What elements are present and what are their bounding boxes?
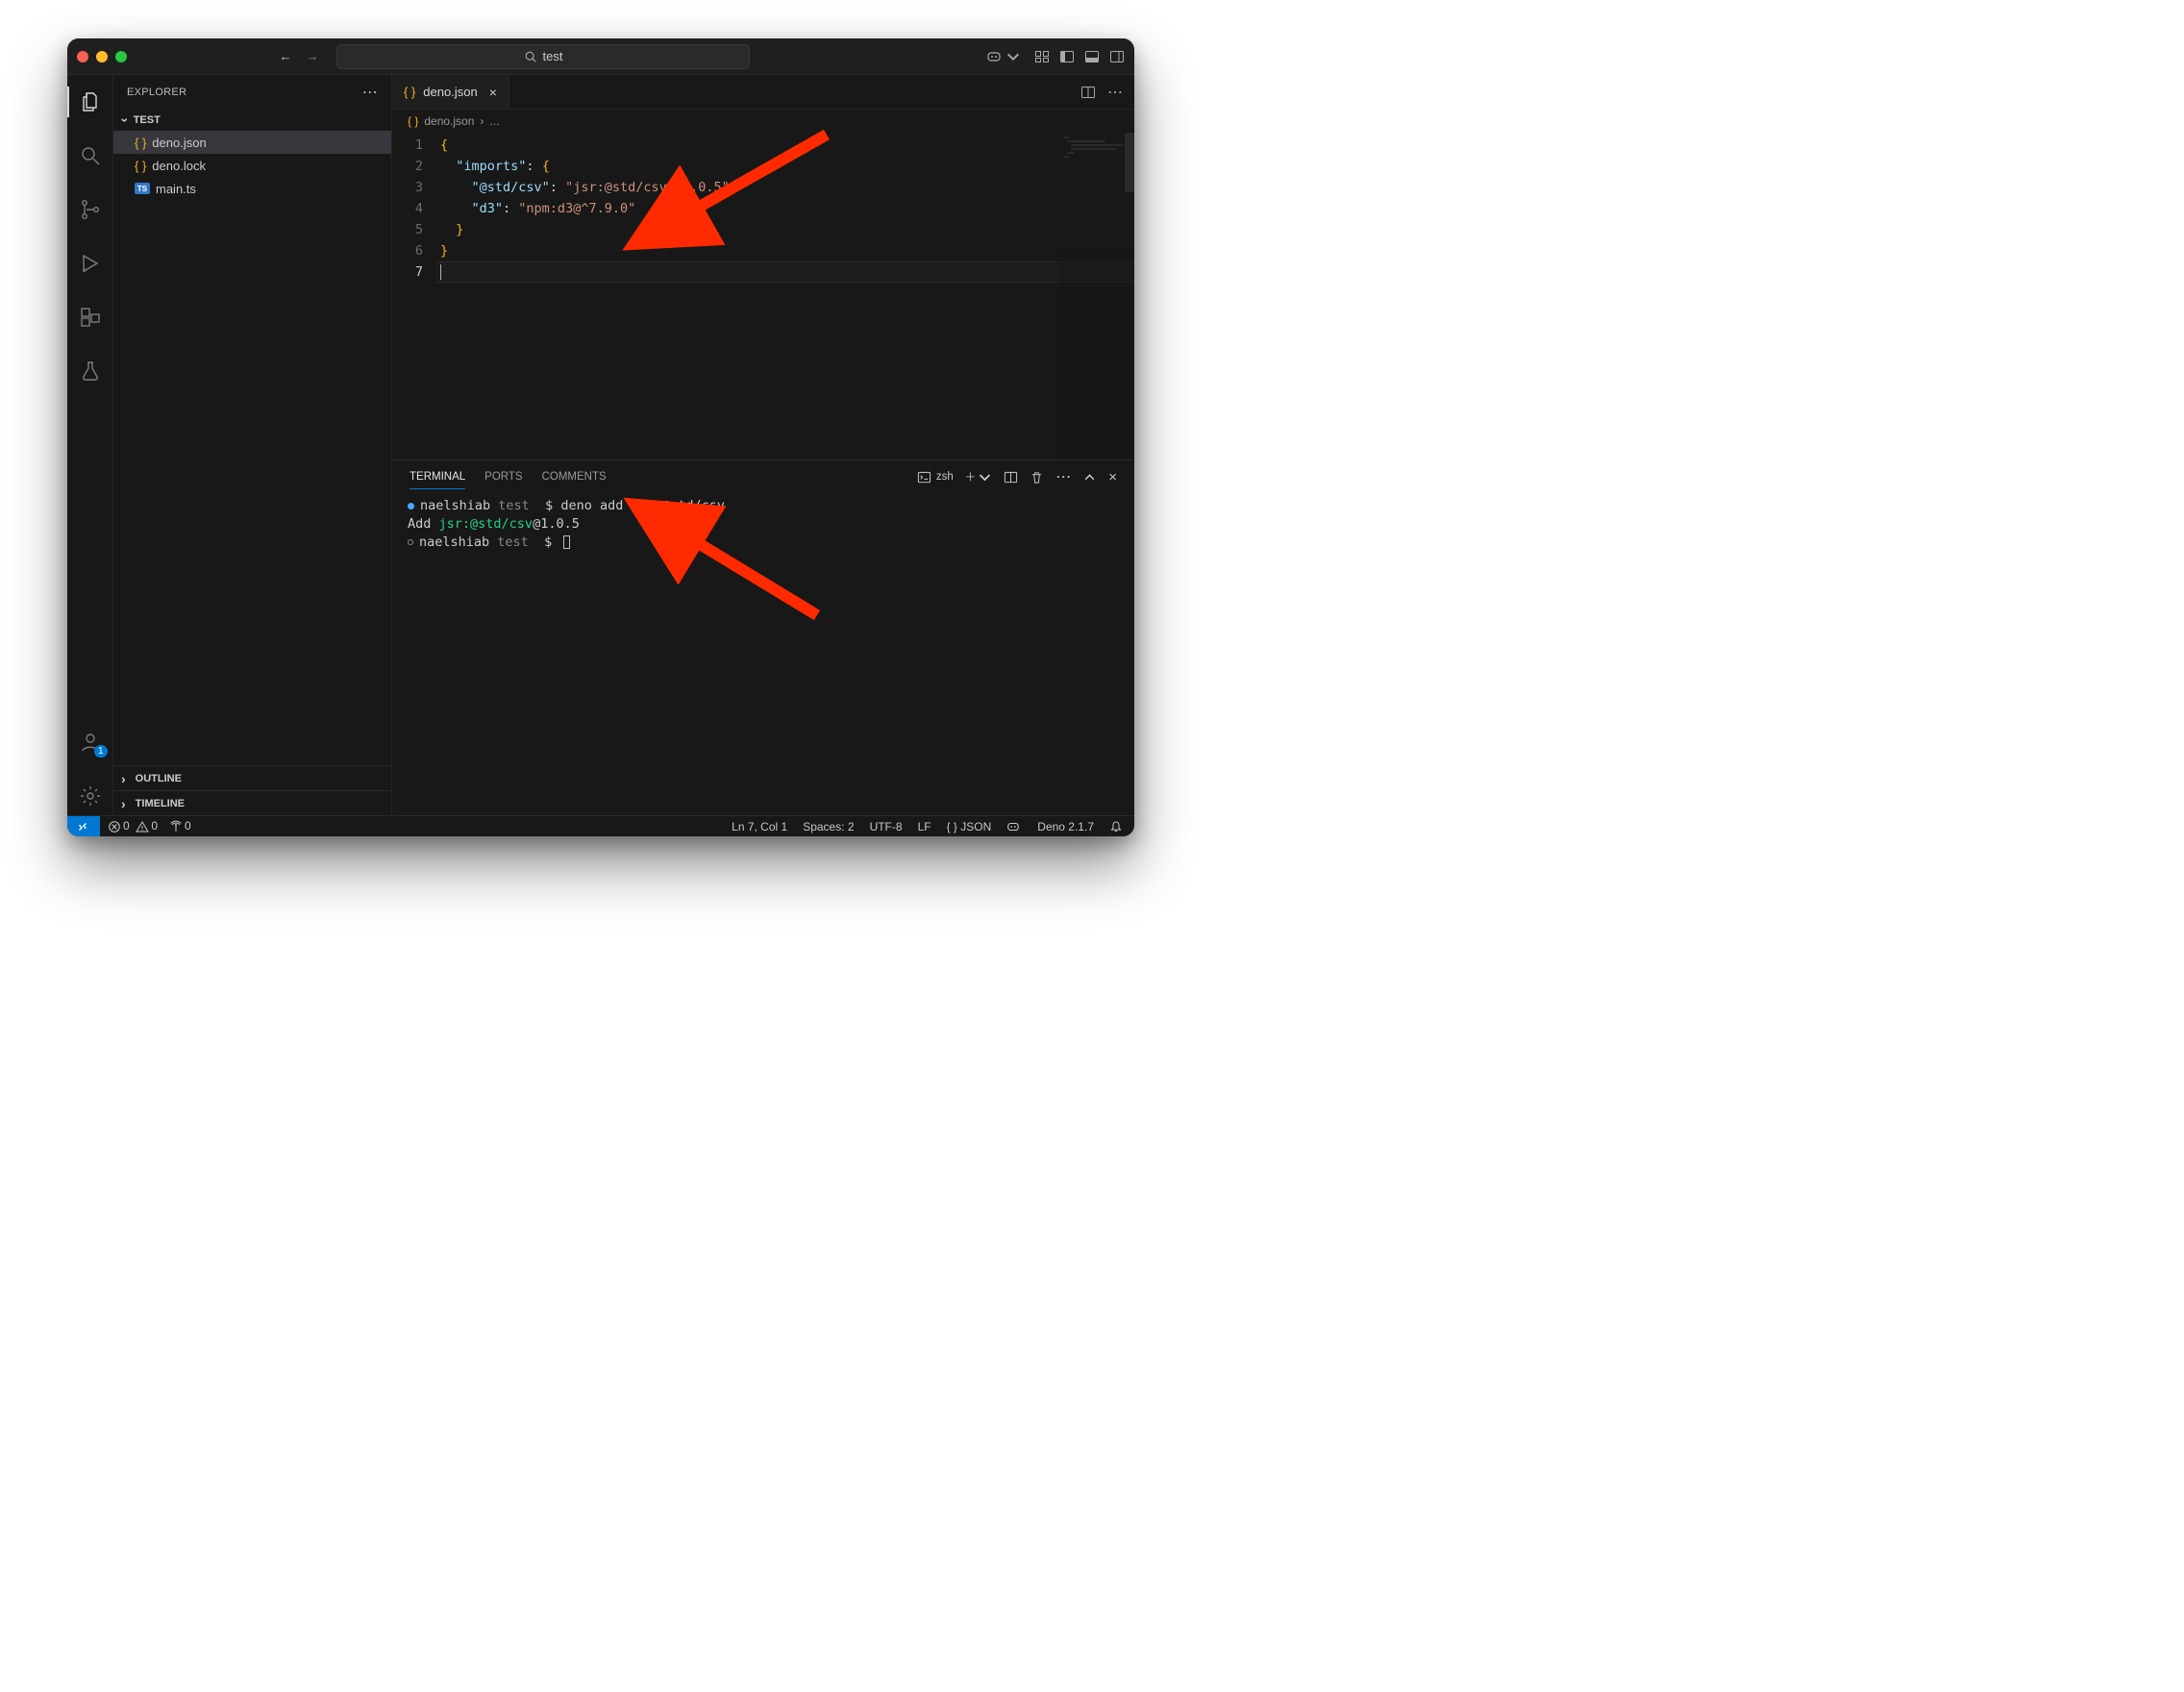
nav-forward-icon[interactable]: →	[302, 49, 323, 63]
toggle-panel-icon[interactable]	[1084, 49, 1100, 64]
status-ports[interactable]: 0	[169, 819, 191, 834]
panel-tab-comments[interactable]: COMMENTS	[542, 465, 607, 488]
status-deno[interactable]: Deno 2.1.7	[1037, 820, 1094, 834]
activity-search[interactable]	[67, 137, 113, 175]
traffic-lights	[77, 51, 127, 62]
status-indent[interactable]: Spaces: 2	[803, 820, 854, 834]
debug-icon	[79, 252, 102, 275]
maximize-window-button[interactable]	[115, 51, 127, 62]
panel-tab-terminal[interactable]: TERMINAL	[410, 465, 465, 489]
minimize-window-button[interactable]	[96, 51, 108, 62]
minimap[interactable]	[1057, 133, 1134, 460]
json-icon: { }	[408, 114, 418, 128]
panel-maximize-icon[interactable]	[1082, 470, 1097, 485]
copilot-status-icon[interactable]	[1006, 820, 1020, 834]
copilot-icon	[986, 49, 1002, 64]
layout-customize-icon[interactable]	[1034, 49, 1050, 64]
editor-more-icon[interactable]: ⋯	[1107, 83, 1123, 102]
outline-section[interactable]: OUTLINE	[113, 765, 391, 790]
bell-icon[interactable]	[1109, 820, 1123, 834]
explorer-sidebar: EXPLORER ⋯ TEST { } deno.json { } deno.l…	[113, 75, 392, 815]
radio-tower-icon	[169, 820, 183, 834]
status-cursor-position[interactable]: Ln 7, Col 1	[732, 820, 787, 834]
panel-tab-ports[interactable]: PORTS	[484, 465, 522, 488]
status-problems[interactable]: 0 0	[108, 819, 158, 834]
kill-terminal-icon[interactable]	[1030, 470, 1044, 485]
warning-icon	[136, 820, 149, 834]
extensions-icon	[79, 306, 102, 329]
terminal-cursor	[563, 535, 570, 549]
copilot-button[interactable]	[986, 49, 1021, 64]
editor-cursor	[440, 264, 441, 280]
remote-indicator[interactable]	[67, 816, 100, 837]
terminal-profile[interactable]: zsh	[917, 470, 954, 485]
explorer-title: EXPLORER	[127, 87, 186, 98]
split-editor-icon[interactable]	[1080, 85, 1096, 100]
panel-close-icon[interactable]: ×	[1108, 469, 1117, 485]
chevron-down-icon	[978, 470, 992, 485]
close-window-button[interactable]	[77, 51, 88, 62]
json-icon: { }	[135, 136, 146, 150]
toggle-secondary-sidebar-icon[interactable]	[1109, 49, 1125, 64]
close-tab-icon[interactable]: ×	[485, 85, 497, 100]
editor-tabs: { } deno.json × ⋯	[392, 75, 1134, 110]
activity-bar: 1	[67, 75, 113, 815]
command-center-search[interactable]: test	[336, 44, 750, 69]
terminal[interactable]: naelshiab test $ deno add jsr:@std/csv A…	[392, 493, 1134, 815]
status-encoding[interactable]: UTF-8	[870, 820, 903, 834]
status-bar: 0 0 0 Ln 7, Col 1 Spaces: 2 UTF-8 LF { }…	[67, 815, 1134, 836]
activity-testing[interactable]	[67, 352, 113, 390]
explorer-more-icon[interactable]: ⋯	[362, 83, 378, 102]
search-icon	[524, 50, 537, 63]
ts-icon: TS	[135, 183, 150, 194]
activity-explorer[interactable]	[67, 83, 113, 121]
panel-host: TERMINAL PORTS COMMENTS zsh ＋ ⋯	[392, 460, 1134, 815]
activity-source-control[interactable]	[67, 190, 113, 229]
activity-accounts[interactable]: 1	[67, 723, 113, 761]
activity-extensions[interactable]	[67, 298, 113, 336]
timeline-section[interactable]: TIMELINE	[113, 790, 391, 815]
activity-run-debug[interactable]	[67, 244, 113, 283]
split-terminal-icon[interactable]	[1004, 470, 1018, 485]
breadcrumb[interactable]: { } deno.json › ...	[392, 110, 1134, 133]
titlebar: ← → test	[67, 38, 1134, 75]
nav-arrows: ← →	[275, 49, 323, 63]
source-control-icon	[79, 198, 102, 221]
code-editor[interactable]: 1 2 3 4 5 6 7 { "imports": { "@std/csv":…	[392, 133, 1134, 460]
new-terminal-icon[interactable]: ＋	[965, 469, 993, 485]
search-icon	[79, 144, 102, 167]
status-eol[interactable]: LF	[918, 820, 931, 834]
files-icon	[79, 90, 102, 113]
vscode-window: ← → test	[67, 38, 1134, 836]
beaker-icon	[79, 360, 102, 383]
search-text: test	[543, 49, 563, 63]
file-main-ts[interactable]: TS main.ts	[113, 177, 391, 200]
error-icon	[108, 820, 121, 834]
tab-deno-json[interactable]: { } deno.json ×	[392, 75, 509, 109]
nav-back-icon[interactable]: ←	[275, 49, 296, 63]
toggle-primary-sidebar-icon[interactable]	[1059, 49, 1075, 64]
terminal-icon	[917, 470, 931, 485]
json-icon: { }	[404, 85, 415, 99]
panel-more-icon[interactable]: ⋯	[1055, 467, 1071, 486]
file-deno-json[interactable]: { } deno.json	[113, 131, 391, 154]
chevron-down-icon	[1005, 49, 1021, 64]
activity-manage[interactable]	[67, 777, 113, 815]
status-language[interactable]: { } JSON	[947, 820, 992, 834]
file-deno-lock[interactable]: { } deno.lock	[113, 154, 391, 177]
json-icon: { }	[135, 159, 146, 173]
gear-icon	[79, 784, 102, 808]
line-gutter: 1 2 3 4 5 6 7	[392, 135, 436, 460]
account-badge: 1	[94, 745, 108, 758]
project-root[interactable]: TEST	[113, 110, 391, 131]
